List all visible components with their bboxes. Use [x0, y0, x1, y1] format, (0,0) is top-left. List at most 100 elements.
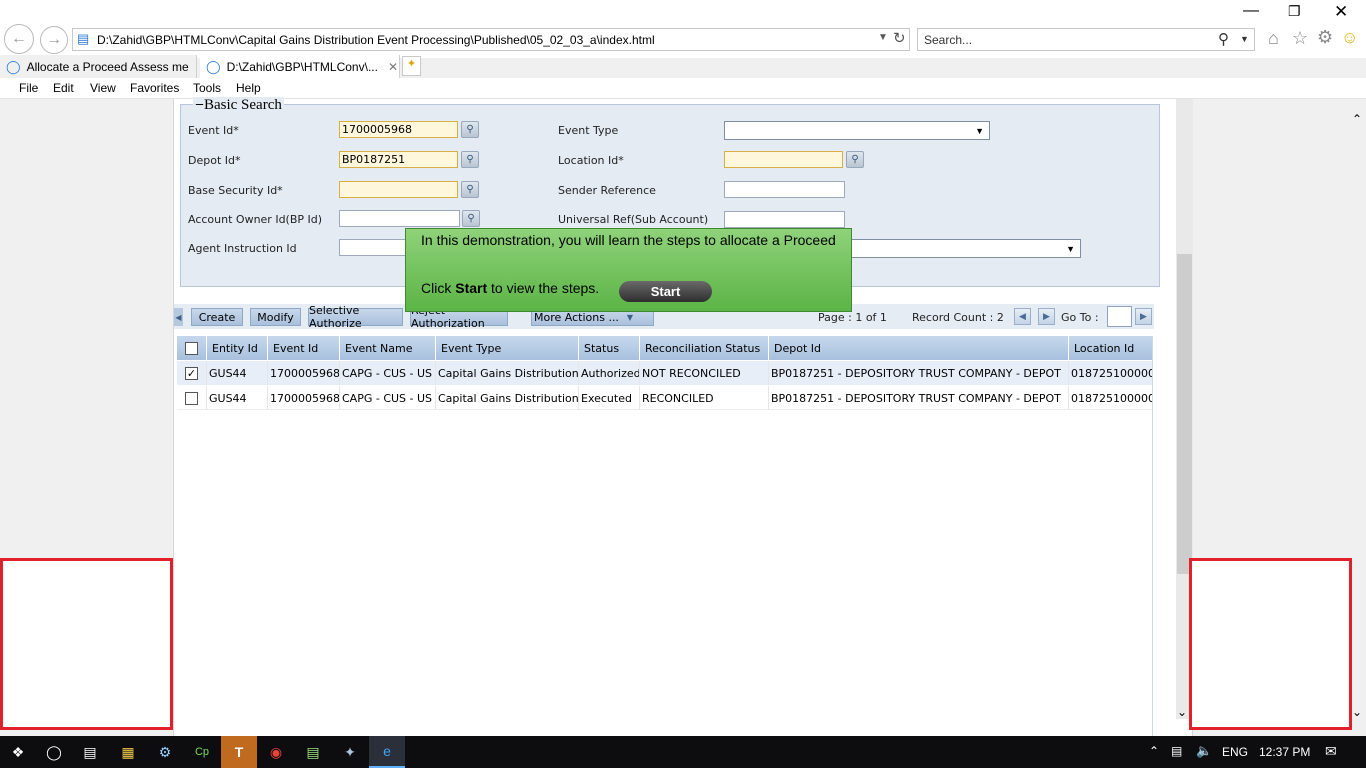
depot-id-field[interactable]: BP0187251: [339, 151, 458, 168]
table-cell: BP0187251 - DEPOSITORY TRUST COMPANY - D…: [769, 386, 1069, 410]
go-to-input[interactable]: [1107, 306, 1132, 327]
collapse-icon[interactable]: ⚊: [195, 97, 204, 108]
dropdown-icon[interactable]: ▼: [878, 32, 888, 43]
favorites-star-icon[interactable]: ☆: [1292, 28, 1308, 49]
account-owner-lookup-icon[interactable]: ⚲: [462, 210, 480, 227]
address-bar[interactable]: ▤ D:\Zahid\GBP\HTMLConv\Capital Gains Di…: [72, 28, 910, 51]
row-select-cell: [177, 386, 207, 410]
new-tab-icon[interactable]: ✦: [402, 56, 421, 76]
modify-button[interactable]: Modify: [250, 308, 301, 326]
tab-label: D:\Zahid\GBP\HTMLConv\...: [226, 59, 378, 74]
highlight-box-left: [0, 558, 173, 730]
select-all-checkbox[interactable]: [185, 341, 198, 355]
browser-titlebar: ← → ▤ D:\Zahid\GBP\HTMLConv\Capital Gain…: [0, 0, 1366, 58]
event-type-select[interactable]: ▼: [724, 121, 990, 140]
account-owner-field[interactable]: [339, 210, 460, 227]
smiley-feedback-icon[interactable]: ☺: [1341, 28, 1358, 48]
volume-icon[interactable]: 🔈: [1196, 743, 1212, 759]
tool-icon[interactable]: ✦: [332, 736, 368, 768]
page-indicator: Page : 1 of 1: [818, 311, 887, 324]
windows-start-icon[interactable]: ❖: [0, 736, 36, 768]
location-id-field[interactable]: [724, 151, 843, 168]
close-window-icon[interactable]: ✕: [1334, 2, 1348, 22]
language-indicator[interactable]: ENG: [1222, 745, 1248, 759]
chrome-icon[interactable]: ◉: [258, 736, 294, 768]
tab-allocate[interactable]: ◯ Allocate a Proceed Assess me: [0, 55, 197, 78]
file-explorer-icon[interactable]: ▦: [110, 736, 146, 768]
restore-icon[interactable]: ❐: [1288, 3, 1301, 20]
tab-label: Allocate a Proceed Assess me: [26, 59, 189, 74]
menu-help[interactable]: Help: [236, 81, 261, 95]
scroll-down-icon[interactable]: ⌄: [1352, 705, 1362, 719]
next-page-icon[interactable]: ▶: [1038, 308, 1055, 325]
gear-icon[interactable]: ⚙: [1317, 27, 1333, 48]
clock[interactable]: 12:37 PM: [1259, 745, 1310, 759]
table-cell: RECONCILED: [640, 386, 769, 410]
minimize-icon[interactable]: —: [1243, 2, 1259, 20]
search-dropdown-icon[interactable]: ▼: [1240, 34, 1249, 44]
cortana-search-icon[interactable]: ◯: [36, 736, 72, 768]
search-icon[interactable]: ⚲: [1218, 30, 1229, 48]
tray-chevron-icon[interactable]: ⌃: [1149, 744, 1159, 758]
forward-icon[interactable]: →: [40, 26, 68, 54]
content-scrollbar-thumb[interactable]: [1177, 254, 1192, 574]
col-location-id[interactable]: Location Id: [1069, 336, 1153, 360]
menu-edit[interactable]: Edit: [53, 81, 74, 95]
app-icon[interactable]: ⚙: [147, 736, 183, 768]
ie-taskbar-icon[interactable]: e: [369, 736, 405, 768]
highlight-box-right: [1189, 558, 1352, 730]
refresh-icon[interactable]: ↻: [893, 29, 906, 47]
col-event-name[interactable]: Event Name: [340, 336, 436, 360]
page-icon: ▤: [77, 31, 90, 46]
chevron-down-icon: ▼: [975, 126, 984, 136]
base-security-lookup-icon[interactable]: ⚲: [461, 181, 479, 198]
create-button[interactable]: Create: [191, 308, 243, 326]
base-security-field[interactable]: [339, 181, 458, 198]
agent-select[interactable]: ▼: [840, 239, 1081, 258]
row-checkbox[interactable]: [185, 391, 198, 405]
start-button[interactable]: Start: [619, 281, 712, 302]
event-id-lookup-icon[interactable]: ⚲: [461, 121, 479, 138]
col-status[interactable]: Status: [579, 336, 640, 360]
scroll-up-icon[interactable]: ⌃: [1352, 112, 1362, 126]
go-to-icon[interactable]: ▶: [1135, 308, 1152, 325]
universal-ref-label: Universal Ref(Sub Account): [558, 213, 709, 226]
table-cell: GUS44: [207, 361, 268, 385]
menu-file[interactable]: File: [19, 81, 38, 95]
captivate-icon[interactable]: Cp: [184, 736, 220, 768]
agent-instruction-label: Agent Instruction Id: [188, 242, 297, 255]
col-event-id[interactable]: Event Id: [268, 336, 340, 360]
home-icon[interactable]: ⌂: [1268, 28, 1279, 49]
task-view-icon[interactable]: ▤: [72, 736, 108, 768]
network-icon[interactable]: ▤: [1171, 744, 1182, 758]
selective-authorize-button[interactable]: Selective Authorize: [308, 304, 403, 330]
depot-id-lookup-icon[interactable]: ⚲: [461, 151, 479, 168]
tab-active[interactable]: ◯ D:\Zahid\GBP\HTMLConv\... ✕: [200, 55, 400, 78]
teams-icon[interactable]: T: [221, 736, 257, 768]
menu-tools[interactable]: Tools: [193, 81, 221, 95]
back-icon[interactable]: ←: [4, 24, 34, 54]
event-id-field[interactable]: 1700005968: [339, 121, 458, 138]
col-reconciliation-status[interactable]: Reconciliation Status: [640, 336, 769, 360]
address-text[interactable]: D:\Zahid\GBP\HTMLConv\Capital Gains Dist…: [97, 33, 655, 47]
ie-tab-icon: ◯: [6, 58, 21, 74]
menu-view[interactable]: View: [90, 81, 116, 95]
row-checkbox[interactable]: ✓: [185, 366, 198, 380]
close-tab-icon[interactable]: ✕: [388, 60, 398, 74]
col-event-type[interactable]: Event Type: [436, 336, 579, 360]
col-depot-id[interactable]: Depot Id: [769, 336, 1069, 360]
location-id-lookup-icon[interactable]: ⚲: [846, 151, 864, 168]
menu-favorites[interactable]: Favorites: [130, 81, 179, 95]
col-entity-id[interactable]: Entity Id: [207, 336, 268, 360]
content-scroll-down-icon[interactable]: ⌄: [1177, 705, 1187, 719]
search-input[interactable]: Search... ⚲ ▼: [917, 28, 1255, 51]
table-cell: Capital Gains Distribution: [436, 386, 579, 410]
agent-instruction-field[interactable]: [339, 239, 409, 256]
toolbar-scroll-left-icon[interactable]: ◀: [174, 308, 183, 326]
notepad-icon[interactable]: ▤: [295, 736, 331, 768]
table-cell: 1700005968: [268, 361, 340, 385]
notifications-icon[interactable]: ✉: [1325, 743, 1337, 760]
sender-reference-field[interactable]: [724, 181, 845, 198]
prev-page-icon[interactable]: ◀: [1014, 308, 1031, 325]
universal-ref-field[interactable]: [724, 211, 845, 228]
